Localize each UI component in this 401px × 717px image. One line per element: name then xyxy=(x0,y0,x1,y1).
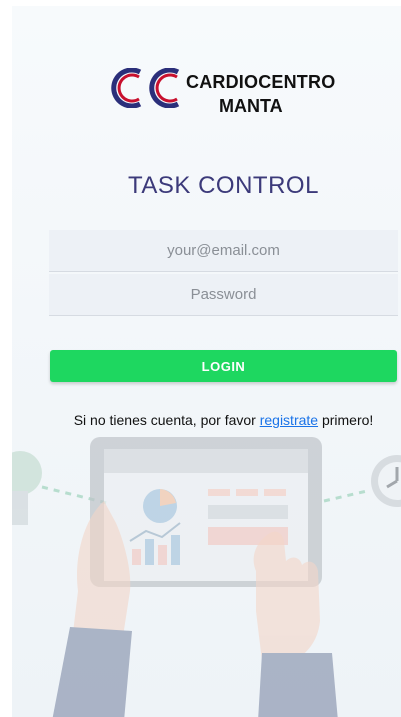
clock-icon xyxy=(371,455,401,507)
register-prompt: Si no tienes cuenta, por favor registrat… xyxy=(12,412,401,428)
tablet-illustration xyxy=(12,437,401,717)
cc-logo-icon xyxy=(111,68,180,108)
email-input[interactable] xyxy=(49,230,398,272)
login-button[interactable]: LOGIN xyxy=(50,350,397,382)
cardiocentro-logo: CARDIOCENTRO MANTA xyxy=(102,66,342,126)
login-screen: CARDIOCENTRO MANTA TASK CONTROL LOGIN Si… xyxy=(12,6,401,717)
register-suffix-text: primero! xyxy=(318,412,374,428)
lightbulb-icon xyxy=(12,451,42,525)
brand-name-line1: CARDIOCENTRO xyxy=(186,72,336,92)
password-input[interactable] xyxy=(49,274,398,316)
page-title: TASK CONTROL xyxy=(128,172,319,199)
register-link[interactable]: registrate xyxy=(260,412,318,428)
brand-name-line2: MANTA xyxy=(219,96,283,116)
register-prefix-text: Si no tienes cuenta, por favor xyxy=(73,412,260,428)
